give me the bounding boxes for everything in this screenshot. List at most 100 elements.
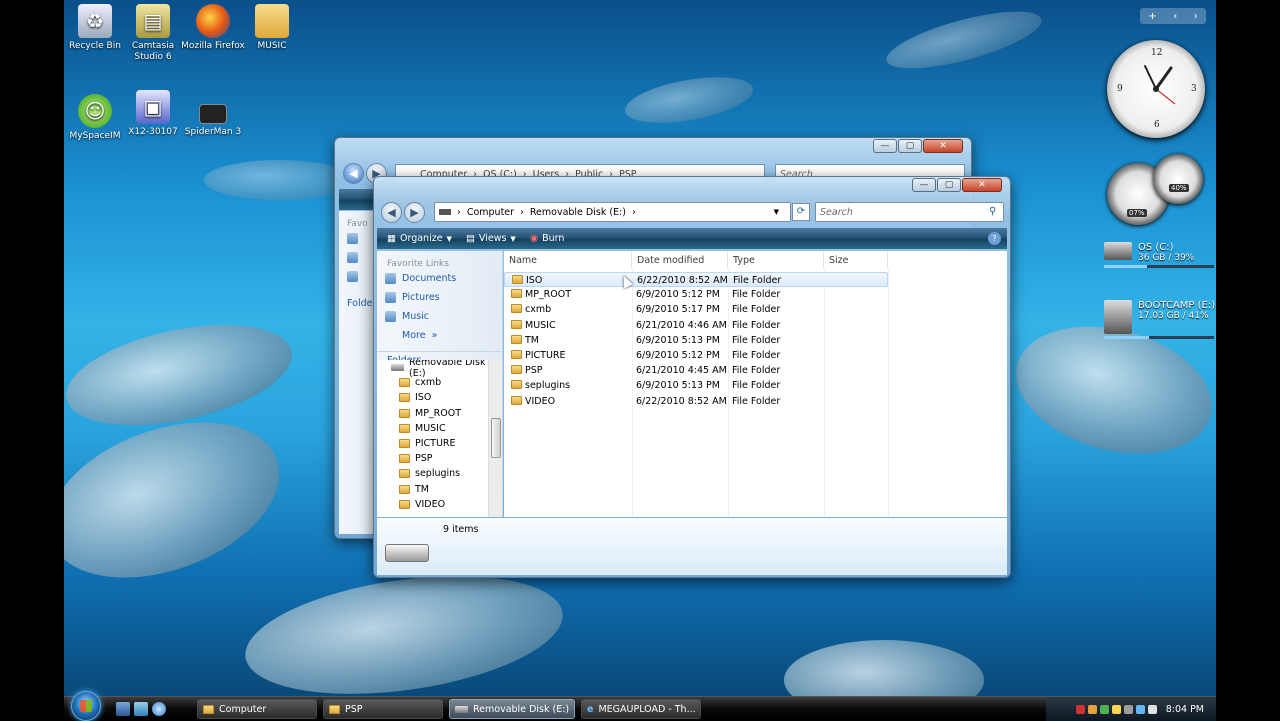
table-row[interactable]: PSP 6/21/2010 4:45 AM File Folder <box>504 363 888 378</box>
tray-app-icon[interactable] <box>1087 704 1097 714</box>
desktop-icon-myspaceim[interactable]: ☺ MySpaceIM <box>64 94 127 142</box>
internet-explorer-icon[interactable] <box>152 702 166 716</box>
tree-scrollbar[interactable] <box>488 360 502 517</box>
views-button[interactable]: ▤ Views ▼ <box>466 233 516 244</box>
table-row[interactable]: cxmb 6/9/2010 5:17 PM File Folder <box>504 302 888 317</box>
task-megaupload[interactable]: e MEGAUPLOAD - Th... <box>581 699 701 719</box>
file-name: PSP <box>525 365 543 377</box>
desktop-icon-spiderman[interactable]: SpiderMan 3 <box>181 104 245 138</box>
gadget-sidebar-controls[interactable]: + ‹ › <box>1140 8 1206 24</box>
desktop-icon-camtasia[interactable]: ▤ Camtasia Studio 6 <box>121 4 185 63</box>
tree-node[interactable]: Removable Disk (E:) <box>377 360 488 379</box>
maximize-button[interactable]: ▢ <box>898 139 922 153</box>
file-date: 6/9/2010 5:17 PM <box>636 304 720 316</box>
tray-app-icon[interactable] <box>1099 704 1109 714</box>
favorite-music[interactable]: Music <box>377 307 502 326</box>
task-removable-disk[interactable]: Removable Disk (E:) <box>449 699 575 719</box>
scrollbar-thumb[interactable] <box>491 418 501 458</box>
favorite-pictures[interactable]: Pictures <box>377 288 502 307</box>
table-row[interactable]: MUSIC 6/21/2010 4:46 AM File Folder <box>504 318 888 333</box>
desktop-icon-installer[interactable]: ▣ X12-30107 <box>121 90 185 138</box>
switch-windows-icon[interactable] <box>134 702 148 716</box>
table-row[interactable]: seplugins 6/9/2010 5:13 PM File Folder <box>504 378 888 393</box>
tray-app-icon[interactable] <box>1075 704 1085 714</box>
tree-node[interactable]: MUSIC <box>377 421 488 436</box>
folder-icon <box>511 319 522 329</box>
address-bar[interactable]: › Computer › Removable Disk (E:) › ▼ <box>434 202 791 222</box>
explorer-window-removable-disk[interactable]: — ▢ ✕ ◀ ▶ › Computer › Removable Disk (E:… <box>373 176 1011 578</box>
file-name: ISO <box>526 275 543 286</box>
minimize-button[interactable]: — <box>912 178 936 192</box>
folder-icon <box>399 499 410 509</box>
camtasia-icon: ▤ <box>136 4 170 38</box>
minimize-button[interactable]: — <box>873 139 897 153</box>
tree-node[interactable]: ISO <box>377 390 488 405</box>
table-row[interactable]: MP_ROOT 6/9/2010 5:12 PM File Folder <box>504 287 888 302</box>
search-input[interactable]: Search <box>815 202 1004 222</box>
folder-icon <box>399 484 410 494</box>
favorite-documents[interactable]: Documents <box>377 269 502 288</box>
drive-small-icon <box>439 209 451 215</box>
desktop-icon-recycle-bin[interactable]: ♻ Recycle Bin <box>64 4 127 52</box>
removable-disk-icon <box>385 544 429 562</box>
add-gadget-icon[interactable]: + <box>1148 11 1156 22</box>
task-psp[interactable]: PSP <box>323 699 443 719</box>
tree-node[interactable]: MP_ROOT <box>377 406 488 421</box>
back-button[interactable]: ◀ <box>381 202 402 223</box>
help-icon[interactable]: ? <box>988 232 1001 245</box>
memory-value: 40% <box>1169 184 1189 192</box>
tree-node[interactable]: PSP <box>377 451 488 466</box>
desktop-icon-music[interactable]: MUSIC <box>240 4 304 52</box>
next-icon[interactable]: › <box>1194 11 1198 22</box>
file-date: 6/22/2010 8:52 AM <box>636 395 727 407</box>
task-label: Removable Disk (E:) <box>473 703 570 715</box>
network-icon[interactable] <box>1135 704 1145 714</box>
tree-node-label: MUSIC <box>415 422 446 434</box>
tree-node[interactable]: seplugins <box>377 466 488 481</box>
forward-button[interactable]: ▶ <box>404 202 425 223</box>
burn-button[interactable]: ◉ Burn <box>530 233 565 244</box>
fish-image <box>881 0 1047 81</box>
table-row[interactable]: ISO 6/22/2010 8:52 AM File Folder <box>504 272 888 288</box>
table-row[interactable]: PICTURE 6/9/2010 5:12 PM File Folder <box>504 348 888 363</box>
tree-node[interactable]: TM <box>377 482 488 497</box>
search-icon[interactable]: ⚲ <box>989 206 996 217</box>
close-button[interactable]: ✕ <box>962 178 1002 192</box>
folders-label[interactable]: Folde <box>339 294 374 313</box>
chevron-down-icon: ▼ <box>510 234 516 243</box>
file-name: seplugins <box>525 380 571 392</box>
favorite-link[interactable] <box>339 229 374 248</box>
column-header-size[interactable]: Size <box>824 251 888 269</box>
desktop-icon-firefox[interactable]: Mozilla Firefox <box>181 4 245 52</box>
start-button[interactable] <box>71 691 101 721</box>
clock-gadget[interactable]: 12 3 6 9 <box>1107 40 1205 138</box>
file-date: 6/9/2010 5:13 PM <box>636 334 720 346</box>
folder-icon <box>329 704 340 714</box>
show-desktop-icon[interactable] <box>116 702 130 716</box>
table-row[interactable]: TM 6/9/2010 5:13 PM File Folder <box>504 333 888 348</box>
volume-icon[interactable] <box>1147 704 1157 714</box>
tray-app-icon[interactable] <box>1123 704 1133 714</box>
address-dropdown-icon[interactable]: ▼ <box>774 208 779 216</box>
previous-icon[interactable]: ‹ <box>1173 11 1177 22</box>
tray-app-icon[interactable] <box>1111 704 1121 714</box>
tree-node[interactable]: VIDEO <box>377 497 488 512</box>
task-computer[interactable]: Computer <box>197 699 317 719</box>
favorite-link[interactable] <box>339 267 374 286</box>
breadcrumb-item[interactable]: Removable Disk (E:) <box>530 207 626 218</box>
column-header-type[interactable]: Type <box>728 251 824 269</box>
close-button[interactable]: ✕ <box>923 139 963 153</box>
refresh-button[interactable]: ⟳ <box>792 203 810 221</box>
more-link[interactable]: More » <box>377 326 502 345</box>
column-header-name[interactable]: Name <box>504 251 632 269</box>
organize-button[interactable]: ▦ Organize ▼ <box>387 233 452 244</box>
favorite-link[interactable] <box>339 248 374 267</box>
table-row[interactable]: VIDEO 6/22/2010 8:52 AM File Folder <box>504 394 888 409</box>
breadcrumb-item[interactable]: Computer <box>467 207 514 218</box>
clock-time[interactable]: 8:04 PM <box>1166 704 1204 715</box>
back-button[interactable]: ◀ <box>343 163 364 184</box>
maximize-button[interactable]: ▢ <box>937 178 961 192</box>
tree-node[interactable]: PICTURE <box>377 436 488 451</box>
organize-icon: ▦ <box>387 233 396 244</box>
column-header-date[interactable]: Date modified <box>632 251 728 269</box>
